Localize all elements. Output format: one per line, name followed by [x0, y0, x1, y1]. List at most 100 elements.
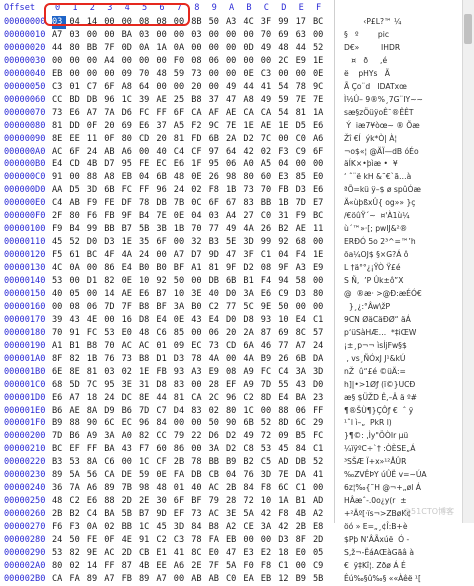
byte-cell[interactable]: 0D — [243, 42, 257, 55]
byte-cell[interactable]: AB — [191, 573, 205, 586]
byte-cell[interactable]: FC — [313, 430, 327, 443]
byte-cell[interactable]: BB — [104, 223, 118, 236]
byte-cell[interactable]: 02 — [261, 146, 275, 159]
byte-cell[interactable]: 00 — [209, 81, 223, 94]
byte-cell[interactable]: 04 — [191, 210, 205, 223]
byte-cell[interactable]: 00 — [174, 16, 188, 29]
byte-cell[interactable]: 41 — [261, 81, 275, 94]
byte-cell[interactable]: 1A — [278, 495, 292, 508]
byte-cell[interactable]: 00 — [104, 68, 118, 81]
byte-cell[interactable]: 59 — [278, 94, 292, 107]
byte-cell[interactable]: 6F — [174, 107, 188, 120]
byte-cell[interactable]: E6 — [52, 392, 66, 405]
byte-cell[interactable]: 03 — [69, 29, 83, 42]
byte-cell[interactable]: EB — [122, 171, 136, 184]
byte-cell[interactable]: C2 — [69, 495, 83, 508]
byte-cell[interactable]: 00 — [139, 55, 153, 68]
byte-cell[interactable]: 00 — [69, 275, 83, 288]
byte-cell[interactable]: 2B — [226, 482, 240, 495]
byte-cell[interactable]: 80 — [243, 171, 257, 184]
byte-cell[interactable]: C7 — [156, 405, 170, 418]
byte-cell[interactable]: 82 — [104, 275, 118, 288]
ascii-text[interactable]: }¸¿:°Âw\žP — [344, 301, 395, 314]
byte-cell[interactable]: 23 — [313, 392, 327, 405]
byte-cell[interactable]: 3E — [191, 288, 205, 301]
byte-cell[interactable]: 00 — [174, 417, 188, 430]
byte-cell[interactable]: 2E — [139, 495, 153, 508]
byte-cell[interactable]: 02 — [69, 560, 83, 573]
ascii-text[interactable]: ‘ ˆ¨ë kH &˜€`ã…à — [344, 171, 411, 184]
byte-cell[interactable]: C6 — [104, 456, 118, 469]
byte-cell[interactable]: 6C — [278, 482, 292, 495]
byte-cell[interactable]: EC — [191, 340, 205, 353]
byte-cell[interactable]: 9D — [156, 508, 170, 521]
byte-cell[interactable]: 18 — [87, 392, 101, 405]
byte-cell[interactable]: DA — [296, 469, 310, 482]
byte-cell[interactable]: 96 — [139, 417, 153, 430]
byte-cell[interactable]: 30 — [156, 495, 170, 508]
byte-cell[interactable]: FA — [69, 573, 83, 586]
byte-cell[interactable]: 7E — [313, 94, 327, 107]
byte-cell[interactable]: 27 — [243, 210, 257, 223]
byte-cell[interactable]: D5 — [296, 120, 310, 133]
byte-cell[interactable]: C0 — [226, 573, 240, 586]
byte-cell[interactable]: DB — [209, 275, 223, 288]
byte-cell[interactable]: F8 — [261, 482, 275, 495]
byte-cell[interactable]: 2E — [191, 560, 205, 573]
byte-cell[interactable]: BC — [87, 249, 101, 262]
byte-cell[interactable]: 39 — [52, 314, 66, 327]
byte-cell[interactable]: A6 — [313, 133, 327, 146]
byte-cell[interactable]: C9 — [313, 560, 327, 573]
byte-cell[interactable]: 7F — [104, 42, 118, 55]
byte-cell[interactable]: 6F — [104, 81, 118, 94]
byte-cell[interactable]: AC — [209, 508, 223, 521]
byte-cell[interactable]: 89 — [52, 469, 66, 482]
byte-cell[interactable]: 8F — [296, 534, 310, 547]
byte-cell[interactable]: DB — [296, 456, 310, 469]
byte-cell[interactable]: DA — [313, 353, 327, 366]
byte-cell[interactable]: 81 — [296, 107, 310, 120]
byte-cell[interactable]: 40 — [191, 482, 205, 495]
scrollbar-thumb[interactable] — [464, 14, 472, 44]
byte-cell[interactable]: CA — [191, 107, 205, 120]
byte-cell[interactable]: 1B — [174, 223, 188, 236]
byte-cell[interactable]: 3D — [261, 469, 275, 482]
byte-cell[interactable]: A6 — [122, 146, 136, 159]
byte-cell[interactable]: 6A — [243, 340, 257, 353]
byte-cell[interactable]: 73 — [52, 107, 66, 120]
byte-cell[interactable]: B4 — [69, 223, 83, 236]
byte-cell[interactable]: AD — [313, 495, 327, 508]
byte-cell[interactable]: 5C — [243, 301, 257, 314]
byte-cell[interactable]: A1 — [191, 262, 205, 275]
byte-cell[interactable]: F4 — [296, 249, 310, 262]
byte-cell[interactable]: 2C — [209, 392, 223, 405]
ascii-text[interactable]: ‰ZVÊÞY úÛË v=~ÚA — [344, 469, 427, 482]
byte-cell[interactable]: 03 — [209, 210, 223, 223]
byte-cell[interactable]: 10 — [261, 495, 275, 508]
byte-cell[interactable]: 9F — [122, 210, 136, 223]
byte-cell[interactable]: 48 — [156, 482, 170, 495]
byte-cell[interactable]: 00 — [87, 68, 101, 81]
byte-cell[interactable]: 00 — [156, 29, 170, 42]
byte-cell[interactable]: AE — [69, 405, 83, 418]
byte-cell[interactable]: 80 — [69, 210, 83, 223]
byte-cell[interactable]: F5 — [52, 249, 66, 262]
byte-cell[interactable]: B2 — [69, 508, 83, 521]
byte-cell[interactable]: C3 — [52, 81, 66, 94]
byte-cell[interactable]: 43 — [69, 314, 83, 327]
byte-cell[interactable]: 53 — [104, 327, 118, 340]
byte-cell[interactable]: 06 — [209, 327, 223, 340]
byte-cell[interactable]: B5 — [296, 430, 310, 443]
byte-cell[interactable]: D7 — [191, 249, 205, 262]
byte-cell[interactable]: 93 — [261, 314, 275, 327]
byte-cell[interactable]: 02 — [191, 184, 205, 197]
byte-cell[interactable]: C9 — [278, 288, 292, 301]
byte-cell[interactable]: 91 — [52, 171, 66, 184]
byte-cell[interactable]: 6F — [313, 146, 327, 159]
ascii-text[interactable]: HÂæˆ-.0o¿y(r ±­ — [344, 495, 407, 508]
byte-cell[interactable]: 67 — [226, 197, 240, 210]
byte-cell[interactable]: 17 — [296, 16, 310, 29]
byte-cell[interactable]: 50 — [278, 301, 292, 314]
byte-cell[interactable]: E6 — [139, 120, 153, 133]
byte-cell[interactable]: C1 — [278, 560, 292, 573]
